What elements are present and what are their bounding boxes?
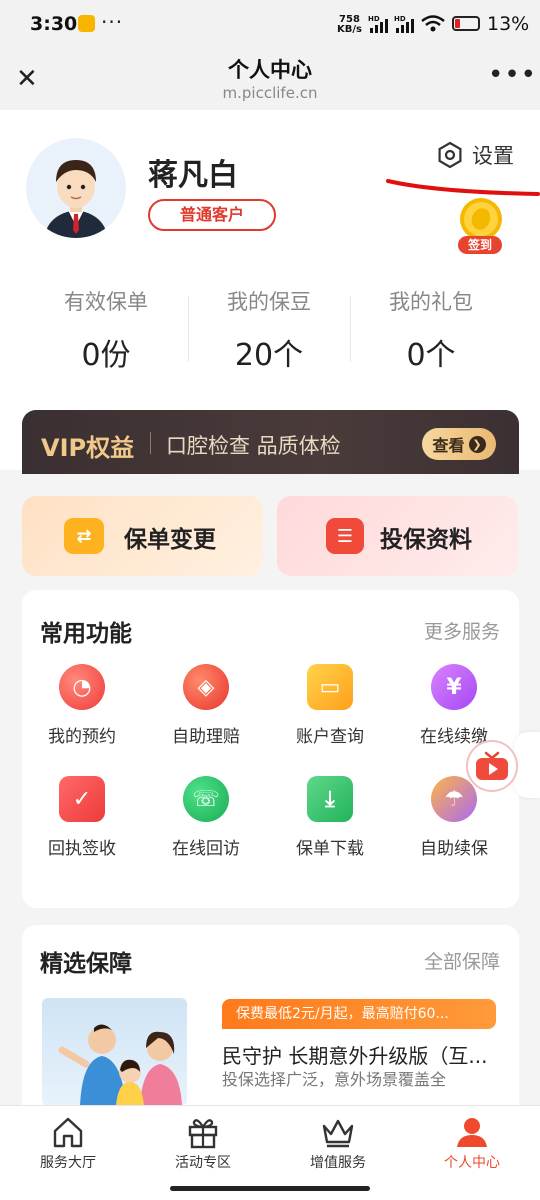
gear-icon: [438, 141, 462, 169]
tab-label[interactable]: 活动专区: [135, 1152, 271, 1172]
function-label[interactable]: 自助续保: [392, 834, 516, 859]
function-label[interactable]: 账户查询: [268, 722, 392, 747]
vip-desc: 口腔检查 品质体检: [166, 434, 341, 458]
vip-separator: [150, 432, 151, 454]
stat-value-beans[interactable]: 20个: [184, 330, 354, 374]
function-label[interactable]: 我的预约: [20, 722, 144, 747]
red-annotation-stroke: [386, 179, 540, 196]
member-level-badge: 普通客户: [148, 199, 276, 231]
stat-value-policies[interactable]: 0份: [21, 330, 191, 374]
tab-label[interactable]: 增值服务: [270, 1152, 406, 1172]
tab-label[interactable]: 服务大厅: [0, 1152, 136, 1172]
insure-info-label: 投保资料: [380, 527, 472, 553]
page-title: 个人中心: [228, 58, 312, 82]
crown-icon[interactable]: [320, 1114, 356, 1150]
battery-icon: [452, 16, 480, 31]
function-label[interactable]: 回执签收: [20, 834, 144, 859]
product-name[interactable]: 民守护 长期意外升级版（互...: [222, 1040, 496, 1069]
battery-percent: 13%: [487, 13, 530, 35]
status-time: 3:30: [30, 13, 78, 35]
vip-view-button[interactable]: 查看 ❯: [422, 428, 496, 460]
check-clipboard-icon[interactable]: ✓: [59, 776, 105, 822]
chevron-right-icon: ❯: [468, 435, 486, 453]
more-icon[interactable]: •••: [488, 60, 537, 90]
function-label[interactable]: 保单下载: [268, 834, 392, 859]
signin-label[interactable]: 签到: [458, 236, 502, 254]
wallet-icon[interactable]: ▭: [307, 664, 353, 710]
home-indicator: [170, 1186, 370, 1191]
user-name: 蒋凡白: [148, 158, 238, 193]
tab-label[interactable]: 个人中心: [404, 1152, 540, 1172]
gift-icon[interactable]: [185, 1114, 221, 1150]
policy-change-label: 保单变更: [124, 527, 216, 553]
product-desc: 投保选择广泛，意外场景覆盖全: [222, 1070, 447, 1089]
product-promo-tag: 保费最低2元/月起，最高赔付60...: [222, 999, 496, 1029]
clock-icon[interactable]: ◔: [59, 664, 105, 710]
tv-icon: [476, 751, 508, 780]
vip-view-label: 查看: [432, 436, 465, 455]
swap-icon: ⇄: [64, 518, 104, 554]
more-services-link[interactable]: 更多服务: [400, 617, 500, 644]
common-functions-title: 常用功能: [40, 621, 132, 647]
wifi-icon: [421, 15, 445, 32]
stat-label-gifts: 我的礼包: [389, 290, 473, 314]
stat-value-gifts[interactable]: 0个: [346, 330, 516, 374]
svg-text:HD: HD: [394, 15, 406, 23]
all-products-link[interactable]: 全部保障: [400, 947, 500, 974]
signal-icon: HD HD: [368, 15, 414, 33]
function-label[interactable]: 在线回访: [144, 834, 268, 859]
shield-bag-icon[interactable]: ◈: [183, 664, 229, 710]
net-speed-unit: KB/s: [337, 24, 362, 35]
function-label[interactable]: 自助理赔: [144, 722, 268, 747]
featured-title: 精选保障: [40, 951, 132, 977]
product-image[interactable]: [42, 998, 187, 1106]
settings-button[interactable]: 设置: [436, 140, 514, 170]
phone-icon[interactable]: ☏: [183, 776, 229, 822]
vip-title: VIP权益: [41, 434, 135, 462]
settings-label: 设置: [472, 144, 514, 168]
person-icon[interactable]: [454, 1114, 490, 1150]
yen-icon[interactable]: ¥: [431, 664, 477, 710]
avatar[interactable]: [26, 138, 126, 238]
notification-app-icon: [78, 15, 95, 32]
page-url: m.picclife.cn: [222, 84, 318, 102]
umbrella-icon[interactable]: ☂: [431, 776, 477, 822]
document-icon: ☰: [326, 518, 364, 554]
download-icon[interactable]: ⤓: [307, 776, 353, 822]
status-more-dots: ···: [101, 10, 124, 34]
close-icon[interactable]: ✕: [16, 66, 38, 92]
stat-label-policies: 有效保单: [64, 290, 148, 314]
svg-text:HD: HD: [368, 15, 380, 23]
home-icon[interactable]: [50, 1114, 86, 1150]
floating-video-button[interactable]: [466, 740, 518, 792]
stat-label-beans: 我的保豆: [227, 290, 311, 314]
net-speed: 758 KB/s: [337, 15, 362, 35]
